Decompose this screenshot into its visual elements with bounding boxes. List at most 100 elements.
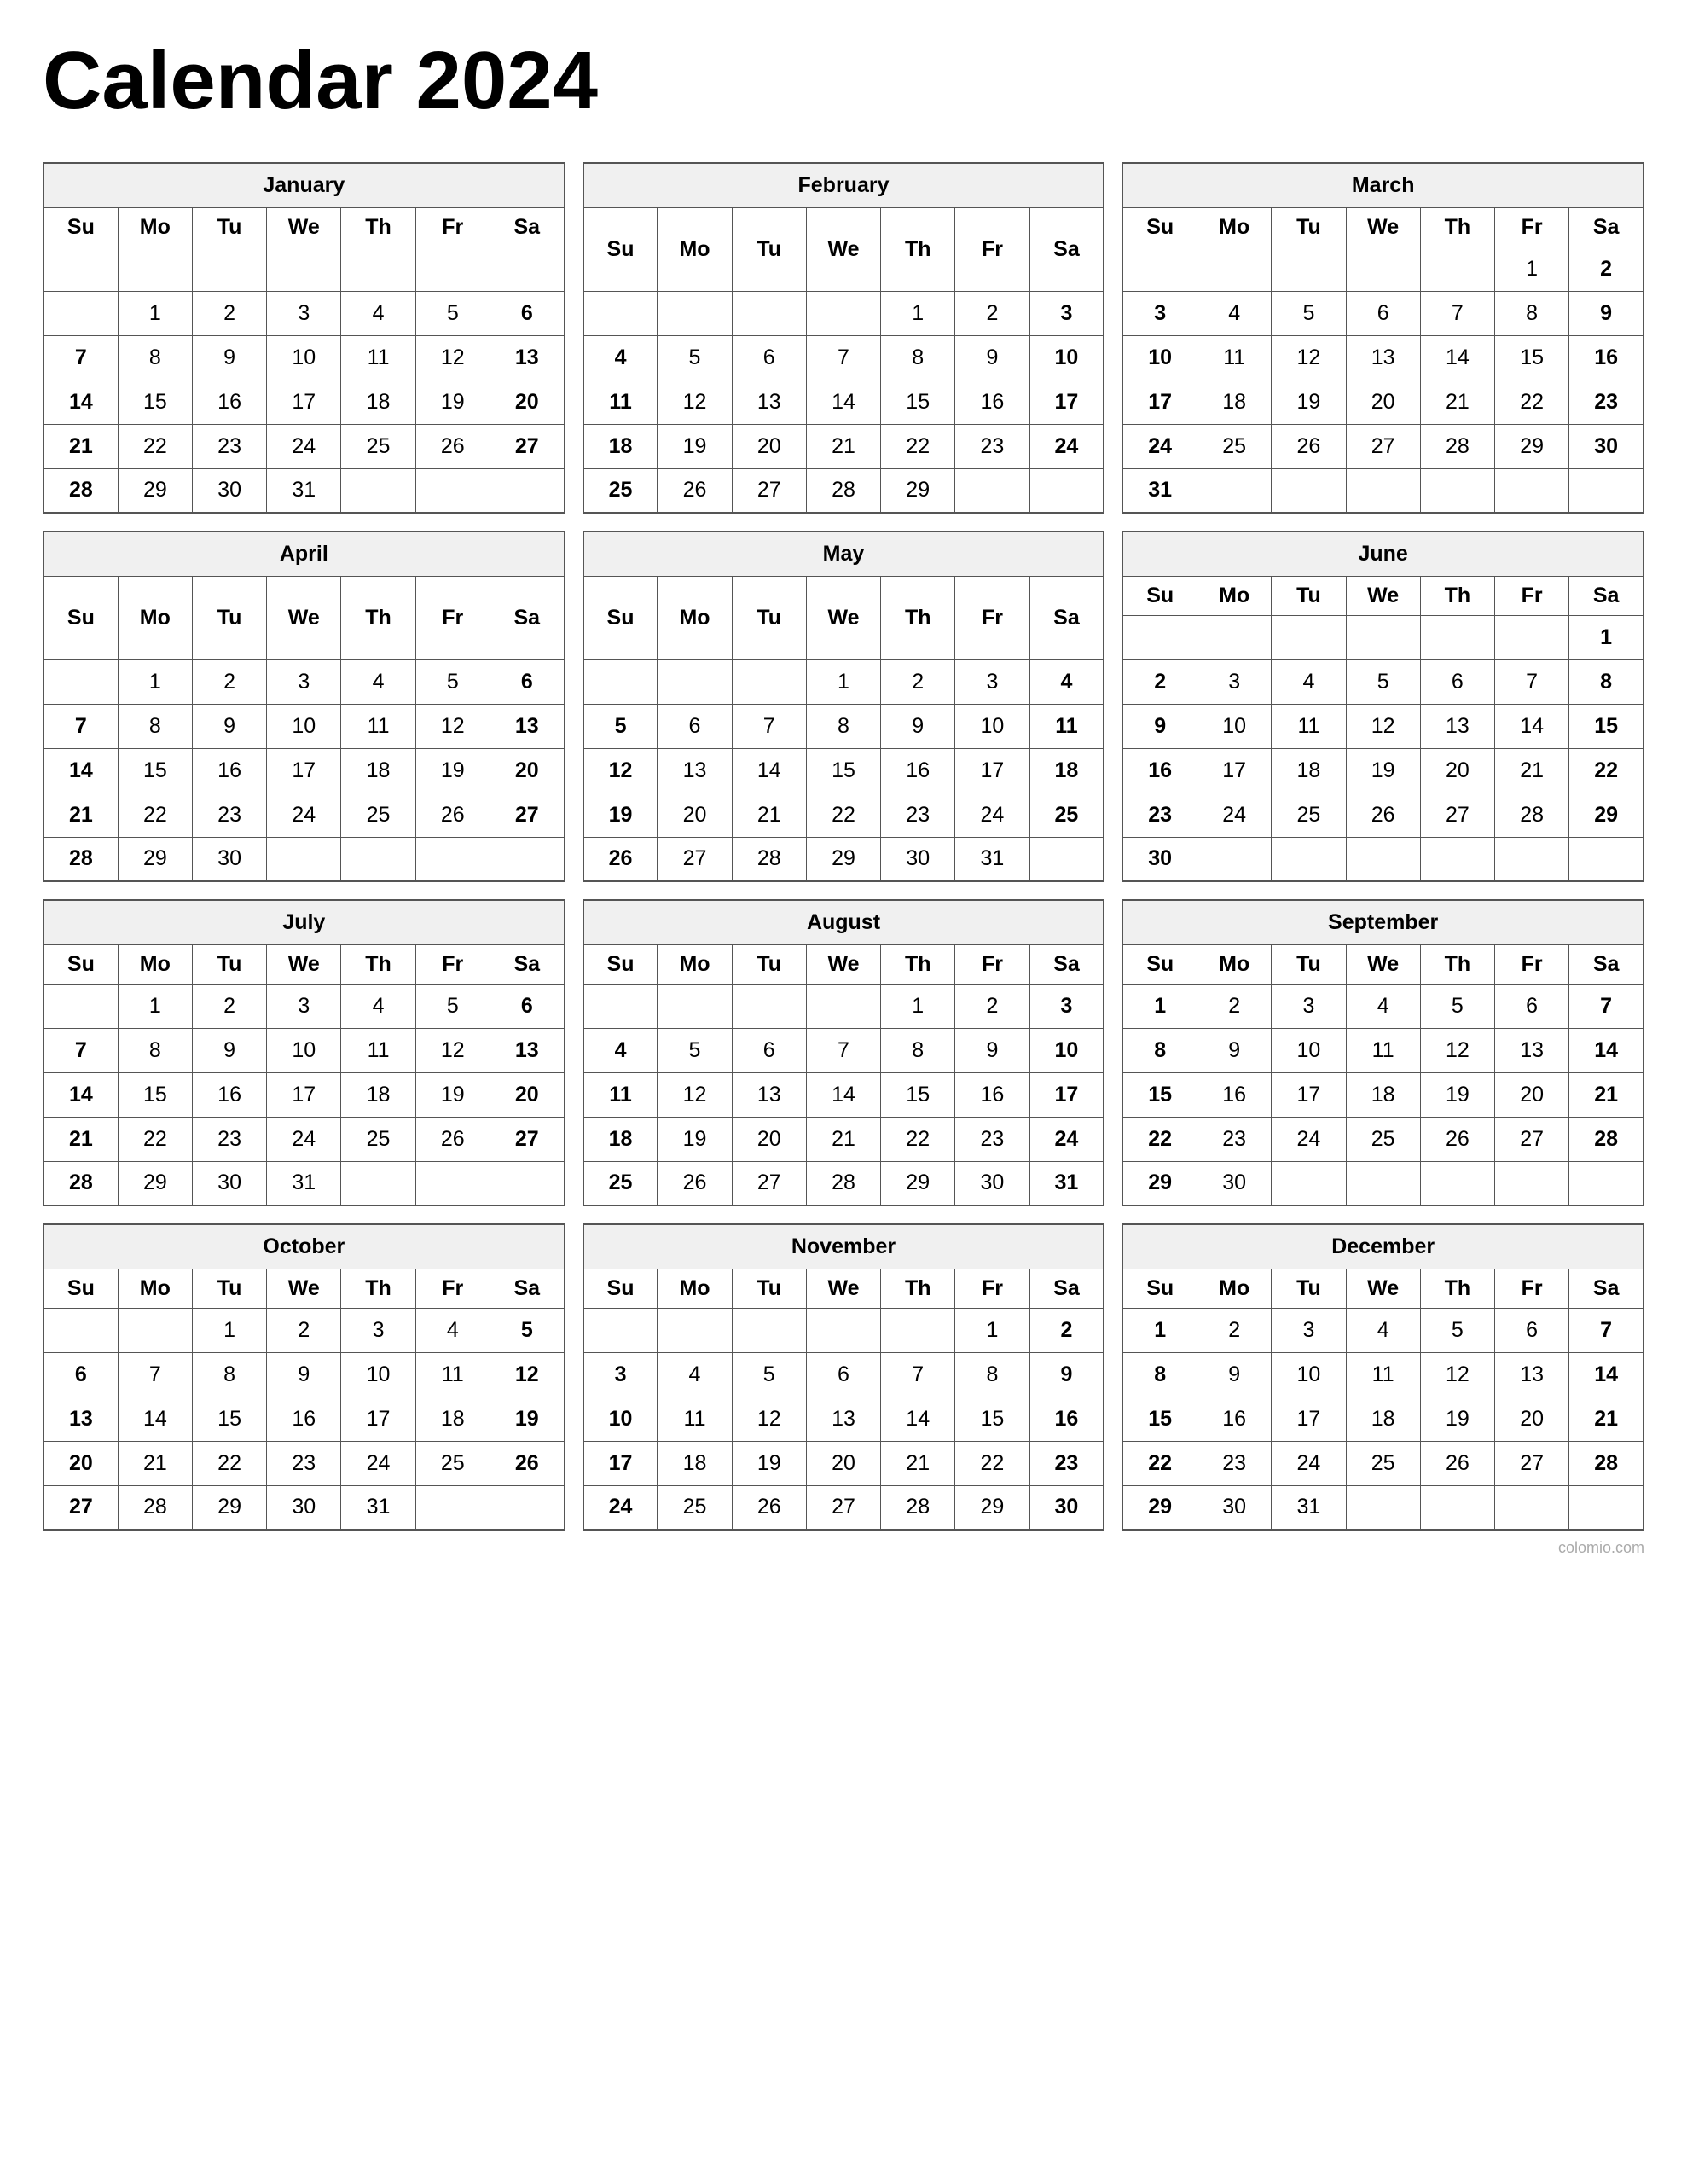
calendar-day: 20	[658, 793, 732, 837]
calendar-day	[1420, 1485, 1494, 1530]
table-row: 891011121314	[1122, 1028, 1644, 1072]
table-row: 18192021222324	[583, 1117, 1104, 1161]
calendar-day	[1420, 468, 1494, 513]
calendar-day: 9	[881, 704, 955, 748]
calendar-day: 8	[118, 1028, 192, 1072]
calendar-day: 3	[1122, 291, 1197, 335]
table-row: 11121314151617	[583, 1072, 1104, 1117]
calendar-day: 14	[1569, 1028, 1644, 1072]
month-title-february: February	[583, 163, 1104, 207]
calendar-day: 26	[490, 1441, 564, 1485]
calendar-day	[415, 1161, 490, 1205]
table-row: 12345	[43, 1308, 565, 1352]
calendar-day	[732, 291, 806, 335]
calendar-day: 7	[732, 704, 806, 748]
day-header-th: Th	[1420, 944, 1494, 984]
calendar-day: 21	[43, 793, 118, 837]
calendar-day: 7	[806, 1028, 880, 1072]
calendar-day: 10	[267, 704, 341, 748]
calendar-day: 15	[118, 1072, 192, 1117]
calendar-day: 30	[955, 1161, 1029, 1205]
calendar-day: 20	[732, 424, 806, 468]
calendar-day	[43, 291, 118, 335]
calendar-day: 13	[1495, 1352, 1569, 1397]
calendar-day	[1197, 837, 1272, 881]
table-row: 14151617181920	[43, 748, 565, 793]
calendar-day	[1420, 615, 1494, 659]
table-row: 15161718192021	[1122, 1072, 1644, 1117]
calendar-day: 10	[1272, 1028, 1346, 1072]
calendar-day: 5	[415, 291, 490, 335]
calendar-day: 26	[415, 424, 490, 468]
table-row: 20212223242526	[43, 1441, 565, 1485]
calendar-day: 29	[1122, 1485, 1197, 1530]
calendar-day: 12	[1346, 704, 1420, 748]
calendar-day: 25	[1272, 793, 1346, 837]
calendar-day: 9	[267, 1352, 341, 1397]
calendar-day: 15	[1122, 1072, 1197, 1117]
calendar-day: 7	[118, 1352, 192, 1397]
table-row: 23242526272829	[1122, 793, 1644, 837]
table-row: 17181920212223	[583, 1441, 1104, 1485]
calendar-day: 8	[1122, 1028, 1197, 1072]
calendar-day: 21	[1569, 1072, 1644, 1117]
calendar-day: 1	[1122, 984, 1197, 1028]
calendar-day: 12	[490, 1352, 564, 1397]
calendar-day: 27	[1495, 1117, 1569, 1161]
calendar-day: 14	[118, 1397, 192, 1441]
calendar-day: 9	[1569, 291, 1644, 335]
table-row: 22232425262728	[1122, 1441, 1644, 1485]
calendar-day: 25	[341, 793, 415, 837]
calendar-day: 23	[192, 793, 266, 837]
calendar-day	[1272, 468, 1346, 513]
calendar-day	[1346, 1161, 1420, 1205]
calendar-day: 26	[658, 468, 732, 513]
day-header-we: We	[806, 1269, 880, 1308]
calendar-day: 13	[732, 380, 806, 424]
calendar-day: 23	[192, 424, 266, 468]
day-header-fr: Fr	[1495, 576, 1569, 615]
calendar-day: 18	[341, 748, 415, 793]
calendar-day	[490, 837, 564, 881]
month-title-october: October	[43, 1224, 565, 1269]
day-header-mo: Mo	[118, 576, 192, 659]
calendar-day: 15	[1122, 1397, 1197, 1441]
day-header-th: Th	[341, 207, 415, 247]
month-title-december: December	[1122, 1224, 1644, 1269]
table-row: 22232425262728	[1122, 1117, 1644, 1161]
table-row: 2930	[1122, 1161, 1644, 1205]
calendar-day: 3	[583, 1352, 658, 1397]
calendar-day: 12	[415, 704, 490, 748]
calendar-day: 3	[1272, 984, 1346, 1028]
calendar-day: 4	[1346, 1308, 1420, 1352]
calendar-day	[415, 468, 490, 513]
calendar-day: 26	[1420, 1441, 1494, 1485]
day-header-mo: Mo	[1197, 576, 1272, 615]
table-row: 12131415161718	[583, 748, 1104, 793]
calendar-day	[583, 659, 658, 704]
calendar-day: 12	[583, 748, 658, 793]
calendar-day: 22	[1495, 380, 1569, 424]
calendar-day: 17	[1197, 748, 1272, 793]
calendar-day: 6	[806, 1352, 880, 1397]
calendar-day	[1122, 615, 1197, 659]
calendar-day: 9	[1197, 1352, 1272, 1397]
calendar-day: 20	[490, 380, 564, 424]
calendar-day: 27	[806, 1485, 880, 1530]
table-row: 11121314151617	[583, 380, 1104, 424]
table-row: 567891011	[583, 704, 1104, 748]
calendar-day: 24	[267, 793, 341, 837]
calendar-day	[43, 984, 118, 1028]
calendar-day	[118, 1308, 192, 1352]
table-row: 1234	[583, 659, 1104, 704]
day-header-fr: Fr	[415, 576, 490, 659]
calendar-day: 3	[1029, 291, 1104, 335]
calendar-day: 17	[1122, 380, 1197, 424]
table-row: 6789101112	[43, 1352, 565, 1397]
calendar-day	[192, 247, 266, 291]
day-header-we: We	[267, 576, 341, 659]
calendar-day: 16	[955, 380, 1029, 424]
calendar-day: 13	[806, 1397, 880, 1441]
table-row: 123	[583, 984, 1104, 1028]
day-header-tu: Tu	[732, 944, 806, 984]
